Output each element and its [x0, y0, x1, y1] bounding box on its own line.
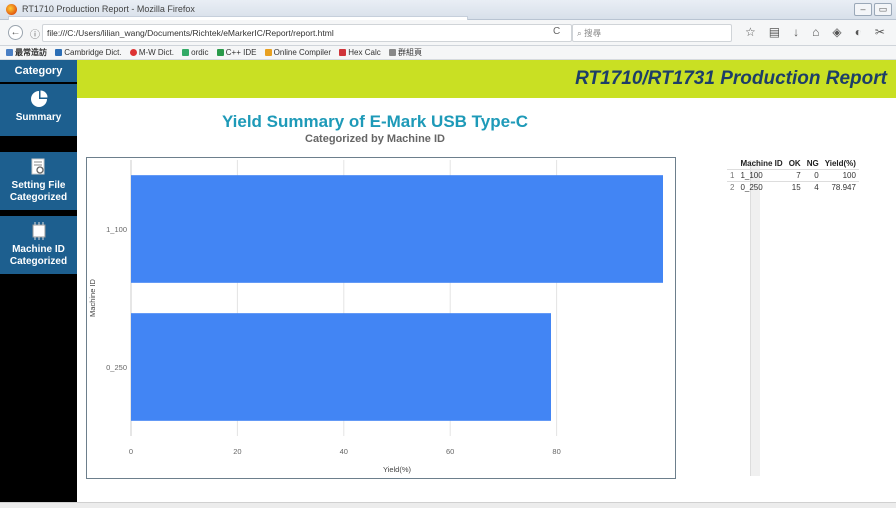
bookmark-group[interactable]: 群組頁 — [388, 46, 422, 60]
sidebar-item-label: Categorized — [9, 192, 68, 203]
bookmark-star-icon[interactable]: ☆ — [745, 25, 756, 39]
ng-cell: 0 — [803, 169, 822, 182]
sidebar-item-summary[interactable]: Summary — [0, 84, 77, 136]
back-arrow-icon[interactable]: ← — [8, 25, 23, 40]
y-axis-label: Machine ID — [88, 278, 97, 317]
bookmark-cpp-ide[interactable]: C++ IDE — [216, 46, 256, 60]
bookmark-mw[interactable]: M-W Dict. — [129, 46, 174, 60]
document-search-icon — [31, 158, 44, 175]
sidebar-item-label: Machine ID — [12, 244, 65, 255]
machine-id-cell: 1_100 — [737, 169, 786, 182]
search-icon: ⌕ — [577, 28, 582, 38]
table-row[interactable]: 1 1_100 7 0 100 — [727, 169, 859, 182]
chart-title: Yield Summary of E-Mark USB Type-C — [221, 112, 529, 131]
chart-frame: 0 20 40 60 80 1_100 0_250 Yield(%) Machine ID — [86, 157, 760, 479]
minimize-icon[interactable]: – — [854, 3, 872, 16]
chip-icon — [32, 222, 45, 240]
y-tick-label: 1_100 — [106, 225, 127, 234]
bar-1_100 — [131, 175, 663, 283]
addon-icon[interactable]: ◐ — [855, 25, 862, 39]
url-text: file:///C:/Users/lilian_wang/Documents/R… — [47, 28, 334, 38]
bookmark-online-compiler[interactable]: Online Compiler — [264, 46, 331, 60]
restore-icon[interactable]: ▭ — [874, 3, 892, 16]
home-icon[interactable]: ⌂ — [812, 25, 819, 39]
yield-cell: 100 — [821, 169, 859, 182]
ok-cell: 7 — [785, 169, 804, 182]
yield-table: Machine ID OK NG Yield(%) 1 1_100 7 0 10… — [727, 158, 859, 193]
bookmarks-toolbar: 最常造訪 Cambridge Dict. M-W Dict. ordic C++… — [0, 46, 896, 60]
x-tick-label: 60 — [446, 447, 454, 456]
bookmark-ordic[interactable]: ordic — [182, 46, 209, 60]
pie-chart-icon — [30, 90, 47, 107]
sidebar: Category Summary Setting File Categorize… — [0, 60, 77, 502]
window-controls: – ▭ — [854, 3, 892, 16]
download-icon[interactable]: ↓ — [793, 25, 799, 39]
x-tick-label: 80 — [552, 447, 560, 456]
reload-icon[interactable]: C — [553, 26, 560, 37]
table-header-row: Machine ID OK NG Yield(%) — [727, 158, 859, 170]
bookmark-hex-calc[interactable]: Hex Calc — [339, 46, 381, 60]
bar-0_250 — [131, 313, 551, 421]
bookmark-most-visited[interactable]: 最常造訪 — [6, 46, 47, 60]
ng-cell: 4 — [803, 181, 822, 193]
table-header-cell — [727, 158, 737, 170]
table-header-cell: Yield(%) — [824, 159, 856, 168]
table-header-cell: OK — [788, 159, 801, 168]
sidebar-item-label: Categorized — [9, 256, 68, 267]
x-axis-label: Yield(%) — [383, 465, 412, 474]
yield-bar-chart: 0 20 40 60 80 1_100 0_250 Yield(%) Machine ID — [88, 160, 663, 474]
y-tick-label: 0_250 — [106, 363, 127, 372]
sidebar-category-header: Category — [0, 60, 77, 82]
sidebar-item-label: Setting File — [11, 180, 66, 191]
ok-cell: 15 — [785, 181, 804, 193]
table-header-cell: Machine ID — [740, 159, 783, 168]
firefox-logo-icon — [6, 4, 17, 15]
search-input[interactable]: ⌕ 搜尋 — [572, 24, 732, 42]
sidebar-item-setting-file[interactable]: Setting File Categorized — [0, 152, 77, 210]
table-row[interactable]: 2 0_250 15 4 78.947 — [727, 181, 859, 193]
window-title: RT1710 Production Report - Mozilla Firef… — [22, 4, 195, 14]
sidebar-item-label: Summary — [15, 112, 62, 123]
reading-list-icon[interactable]: ▤ — [769, 25, 780, 39]
row-number: 2 — [727, 181, 738, 193]
row-number: 1 — [727, 169, 738, 182]
x-tick-label: 20 — [233, 447, 241, 456]
info-icon[interactable]: ⓘ — [30, 26, 40, 41]
x-tick-label: 0 — [129, 447, 133, 456]
navigation-toolbar: ← ⓘ file:///C:/Users/lilian_wang/Documen… — [0, 20, 896, 46]
report-header: RT1710/RT1731 Production Report — [77, 60, 896, 98]
chart-scrollbar[interactable] — [750, 160, 760, 476]
machine-id-cell: 0_250 — [737, 181, 786, 193]
window-titlebar: RT1710 Production Report - Mozilla Firef… — [0, 0, 896, 20]
sidebar-item-machine-id[interactable]: Machine ID Categorized — [0, 216, 77, 274]
chart-subtitle: Categorized by Machine ID — [305, 133, 445, 145]
x-tick-label: 40 — [340, 447, 348, 456]
pocket-icon[interactable]: ◈ — [832, 25, 841, 39]
url-bar[interactable]: file:///C:/Users/lilian_wang/Documents/R… — [42, 24, 572, 42]
bookmark-cambridge[interactable]: Cambridge Dict. — [55, 46, 122, 60]
toolbar-icons: ☆ ▤ ↓ ⌂ ◈ ◐ ✂ ≡ — [745, 25, 896, 39]
search-placeholder: 搜尋 — [584, 28, 602, 38]
page-horizontal-scrollbar[interactable] — [0, 502, 896, 508]
table-header-cell: NG — [806, 159, 819, 168]
yield-cell: 78.947 — [821, 181, 859, 193]
screenshot-icon[interactable]: ✂ — [875, 25, 885, 39]
report-title: RT1710/RT1731 Production Report — [575, 68, 887, 89]
